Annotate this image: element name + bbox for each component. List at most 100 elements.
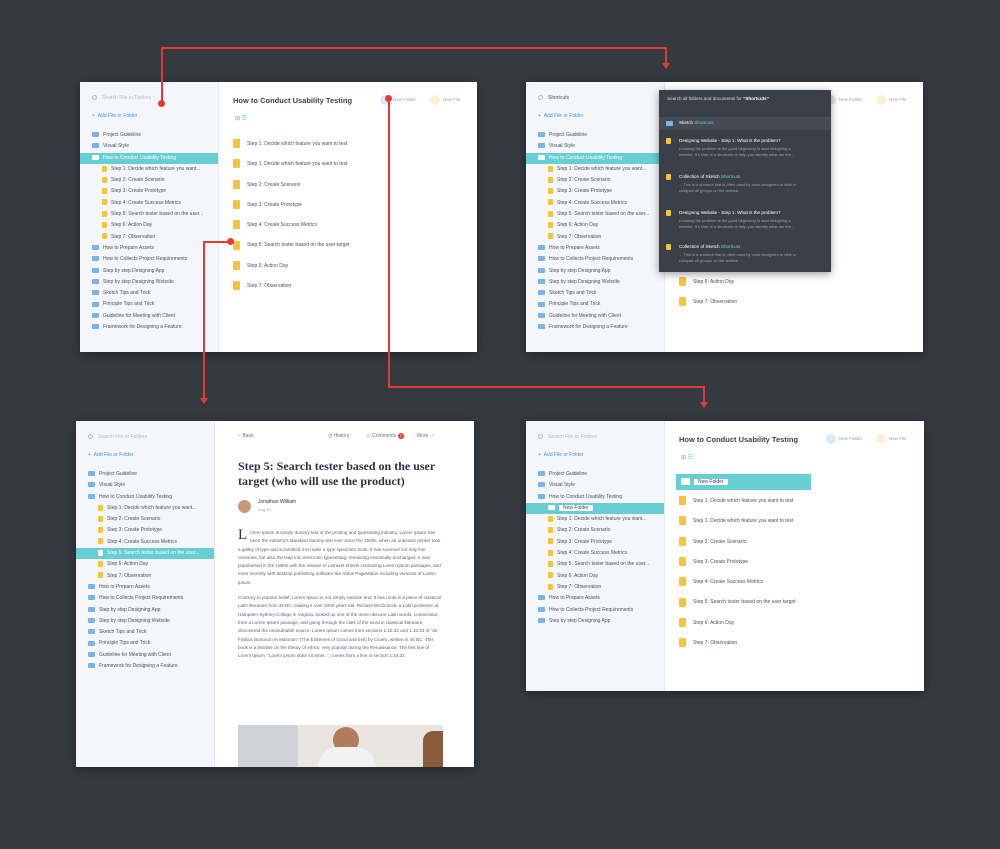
search-result[interactable]: Designing Website - Step 1: What is the …	[659, 138, 831, 158]
document-row[interactable]: Step 1: Decide which feature you want to…	[233, 134, 350, 154]
sidebar-item[interactable]: Step by step Designing App	[526, 616, 664, 627]
sidebar-item[interactable]: Step 3: Create Prototype	[526, 186, 664, 197]
sidebar-item[interactable]: How to Conduct Usability Testing	[526, 492, 664, 503]
author-name[interactable]: Jonathan William	[258, 499, 296, 505]
sidebar-item[interactable]: Framework for Designing a Feature	[76, 661, 214, 672]
sidebar-item[interactable]: Step by step Designing Website	[526, 277, 664, 288]
sidebar-item[interactable]: Step 2: Create Scenario	[526, 175, 664, 186]
sidebar-item[interactable]: Step 2: Create Scenario	[526, 525, 664, 536]
sidebar-item[interactable]: Step by step Designing App	[76, 605, 214, 616]
new-file-button[interactable]: New File	[876, 95, 907, 105]
sidebar-item[interactable]: Step 1: Decide which feature you want...	[526, 514, 664, 525]
document-row[interactable]: Step 6: Action Day	[233, 256, 350, 276]
sidebar-item-active[interactable]: How to Conduct Usability Testing	[526, 152, 664, 164]
sidebar-item[interactable]: Visual Style	[80, 141, 218, 152]
sidebar-item[interactable]: Step 7: Observation	[76, 571, 214, 582]
sidebar-item[interactable]: Step 6: Action Day	[76, 559, 214, 570]
sidebar-item[interactable]: Principle Tips and Trick	[526, 299, 664, 310]
sidebar-item[interactable]: Step 1: Decide which feature you want...	[80, 164, 218, 175]
sidebar-item[interactable]: Guideline for Meeting with Client	[76, 650, 214, 661]
sidebar-item[interactable]: How to Prepare Assets	[526, 593, 664, 604]
sidebar-item[interactable]: Step 2: Create Scenario	[76, 514, 214, 525]
sidebar-item[interactable]: Step by step Designing Website	[76, 616, 214, 627]
new-folder-row[interactable]: New Folder	[676, 474, 811, 490]
sidebar-item[interactable]: Step 7: Observation	[80, 232, 218, 243]
sidebar-item[interactable]: Visual Style	[526, 480, 664, 491]
sidebar-item[interactable]: Framework for Designing a Feature	[526, 322, 664, 333]
document-row[interactable]: Step 2: Create Scenario	[233, 175, 350, 195]
sidebar-item[interactable]: Guideline for Meeting with Client	[526, 311, 664, 322]
sidebar-item[interactable]: Guideline for Meeting with Client	[80, 311, 218, 322]
sidebar-item[interactable]: Step 4: Create Success Metrics	[80, 198, 218, 209]
sidebar-item[interactable]: Step by step Designing App	[526, 266, 664, 277]
sidebar-item[interactable]: Step 4: Create Success Metrics	[526, 548, 664, 559]
sidebar-item[interactable]: Project Guideline	[76, 469, 214, 480]
sidebar-item[interactable]: Step 5: Search tester based on the user.…	[526, 559, 664, 570]
sidebar-item[interactable]: Project Guideline	[526, 469, 664, 480]
sidebar-item[interactable]: Step 2: Create Scenario	[80, 175, 218, 186]
add-file-button[interactable]: + Add File or Folder	[88, 452, 133, 458]
sidebar-item[interactable]: How to Prepare Assets	[80, 243, 218, 254]
document-row[interactable]: Step 4: Create Success Metrics	[679, 572, 796, 592]
search-result[interactable]: Sketch Shortcuts	[659, 117, 831, 130]
sidebar-item[interactable]: Sketch Tips and Trick	[526, 288, 664, 299]
sidebar-item[interactable]: Step by step Designing Website	[80, 277, 218, 288]
new-folder-name-input[interactable]: New Folder	[694, 479, 728, 485]
new-folder-button[interactable]: New Folder	[826, 434, 862, 444]
document-row[interactable]: Step 2: Create Scenario	[679, 532, 796, 552]
document-row[interactable]: Step 6: Action Day	[679, 613, 796, 633]
document-row[interactable]: Step 3: Create Prototype	[233, 195, 350, 215]
document-row[interactable]: Step 1: Decide which feature you want to…	[679, 491, 796, 511]
search-input[interactable]: Search File or Folders	[526, 429, 664, 445]
sidebar-item[interactable]: How to Collects Project Requirements	[76, 593, 214, 604]
sidebar-item[interactable]: Step 7: Observation	[526, 582, 664, 593]
history-button[interactable]: ◷ History	[328, 433, 349, 439]
sidebar-item[interactable]: Step by step Designing App	[80, 266, 218, 277]
sidebar-item[interactable]: Sketch Tips and Trick	[80, 288, 218, 299]
sidebar-item[interactable]: Project Guideline	[526, 130, 664, 141]
new-folder-button[interactable]: New Folder	[826, 95, 862, 105]
sidebar-item[interactable]: Step 6: Action Day	[526, 571, 664, 582]
sidebar-item[interactable]: Step 1: Decide which feature you want...	[526, 164, 664, 175]
comments-button[interactable]: ▭ Comments 2	[366, 433, 404, 439]
sidebar-item-active[interactable]: How to Conduct Usability Testing	[80, 152, 218, 164]
sidebar-item-new-folder[interactable]: New Folder	[526, 502, 664, 515]
sidebar-item[interactable]: How to Collects Project Requirements	[526, 254, 664, 265]
sidebar-item[interactable]: How to Prepare Assets	[526, 243, 664, 254]
sidebar-item[interactable]: Visual Style	[526, 141, 664, 152]
document-row[interactable]: Step 1: Decide which feature you want to…	[679, 511, 796, 531]
sidebar-item[interactable]: Step 1: Decide which feature you want...	[76, 503, 214, 514]
search-input[interactable]: Search File or Folders	[76, 429, 214, 445]
grid-view-icon[interactable]: ⊞	[235, 116, 240, 122]
document-row[interactable]: Step 1: Decide which feature you want to…	[233, 154, 350, 174]
sidebar-item[interactable]: Step 6: Action Day	[526, 220, 664, 231]
sidebar-item[interactable]: Visual Style	[76, 480, 214, 491]
document-row[interactable]: Step 4: Create Success Metrics	[233, 215, 350, 235]
document-row[interactable]: Step 7: Observation	[679, 633, 796, 653]
document-row[interactable]: Step 7: Observation	[233, 276, 350, 296]
sidebar-item[interactable]: Step 4: Create Success Metrics	[526, 198, 664, 209]
add-file-button[interactable]: + Add File or Folder	[538, 113, 583, 119]
view-toggle[interactable]: ⊞ ☰	[681, 454, 693, 461]
more-button[interactable]: More ···	[417, 433, 435, 439]
search-result[interactable]: Collection of Sketch Shortcuts ... This …	[659, 174, 831, 194]
sidebar-item[interactable]: Step 7: Observation	[526, 232, 664, 243]
sidebar-item[interactable]: Step 3: Create Prototype	[76, 525, 214, 536]
list-view-icon[interactable]: ☰	[688, 455, 693, 461]
add-file-button[interactable]: + Add File or Folder	[538, 452, 583, 458]
sidebar-item[interactable]: Framework for Designing a Feature	[80, 322, 218, 333]
new-file-button[interactable]: New File	[876, 434, 907, 444]
search-result[interactable]: Designing Website - Step 1: What is the …	[659, 210, 831, 230]
grid-view-icon[interactable]: ⊞	[681, 455, 686, 461]
search-input[interactable]: Search File or Folders	[80, 90, 218, 106]
sidebar-item[interactable]: Step 4: Create Success Metrics	[76, 537, 214, 548]
document-row[interactable]: Step 5: Search tester based on the user …	[679, 592, 796, 612]
sidebar-item[interactable]: Step 5: Search tester based on the user.…	[80, 209, 218, 220]
sidebar-item[interactable]: Sketch Tips and Trick	[76, 627, 214, 638]
add-file-button[interactable]: + Add File or Folder	[92, 113, 137, 119]
list-view-icon[interactable]: ☰	[242, 116, 247, 122]
view-toggle[interactable]: ⊞ ☰	[235, 115, 247, 122]
document-row[interactable]: Step 3: Create Prototype	[679, 552, 796, 572]
sidebar-item[interactable]: Project Guideline	[80, 130, 218, 141]
new-file-button[interactable]: New File	[430, 95, 461, 105]
